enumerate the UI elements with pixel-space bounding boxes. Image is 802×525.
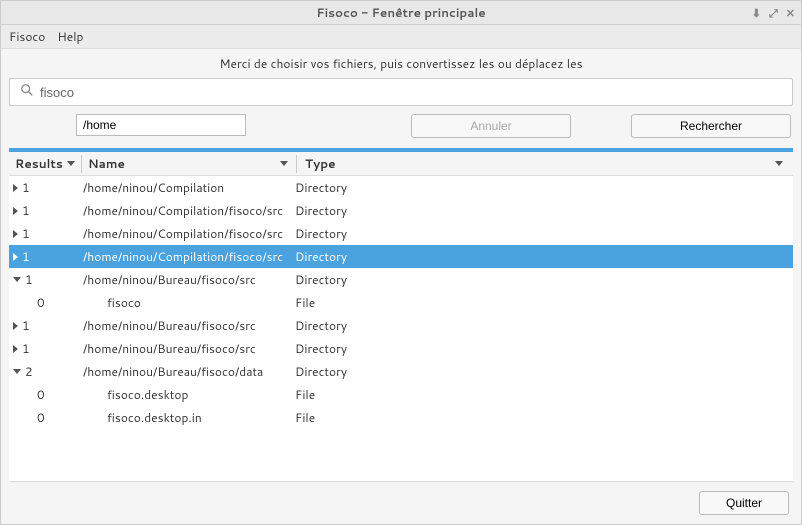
sort-icon (67, 161, 75, 166)
quit-button[interactable]: Quitter (699, 491, 789, 515)
header-results[interactable]: Results (9, 155, 79, 172)
header-name[interactable]: Name (84, 155, 294, 172)
collapse-icon[interactable] (13, 277, 21, 282)
titlebar: Fisoco - Fenêtre principale ⬇ ⤢ ✕ (1, 1, 801, 25)
table-row[interactable]: 1 /home/ninou/Bureau/fisoco/src Director… (9, 268, 793, 291)
search-button[interactable]: Rechercher (631, 114, 791, 138)
table-row[interactable]: 1 /home/ninou/Bureau/fisoco/src Director… (9, 314, 793, 337)
expand-icon[interactable] (13, 207, 18, 215)
maximize-icon[interactable]: ⤢ (769, 5, 778, 21)
search-icon (20, 83, 34, 101)
close-icon[interactable]: ✕ (786, 5, 795, 21)
expand-icon[interactable] (13, 322, 18, 330)
header-type[interactable]: Type (299, 155, 793, 172)
expand-icon[interactable] (13, 230, 18, 238)
controls-row: Annuler Rechercher (1, 112, 801, 148)
instruction-text: Merci de choisir vos fichiers, puis conv… (1, 49, 801, 78)
expand-icon[interactable] (13, 253, 18, 261)
expand-icon[interactable] (13, 345, 18, 353)
menubar: Fisoco Help (1, 25, 801, 49)
table-headers: Results Name Type (9, 152, 793, 176)
table-row[interactable]: 1 /home/ninou/Compilation Directory (9, 176, 793, 199)
menu-fisoco[interactable]: Fisoco (9, 28, 45, 45)
cancel-button: Annuler (411, 114, 571, 138)
table-row[interactable]: 1 /home/ninou/Compilation/fisoco/src Dir… (9, 222, 793, 245)
search-input[interactable] (40, 85, 782, 100)
menu-help[interactable]: Help (57, 28, 83, 45)
results-table: Results Name Type 1 /home/ninou/Compilat… (9, 148, 793, 482)
table-row[interactable]: 1 /home/ninou/Bureau/fisoco/src Director… (9, 337, 793, 360)
sort-icon (280, 161, 288, 166)
table-row[interactable]: 0 fisoco.desktop.in File (9, 406, 793, 429)
table-row[interactable]: 0 fisoco.desktop File (9, 383, 793, 406)
main-window: Fisoco - Fenêtre principale ⬇ ⤢ ✕ Fisoco… (0, 0, 802, 525)
footer: Quitter (1, 482, 801, 524)
search-field[interactable] (9, 78, 793, 106)
window-controls: ⬇ ⤢ ✕ (752, 5, 795, 21)
sort-icon (775, 161, 783, 166)
table-row[interactable]: 1 /home/ninou/Compilation/fisoco/src Dir… (9, 199, 793, 222)
path-input[interactable] (76, 114, 246, 136)
collapse-icon[interactable] (13, 369, 21, 374)
window-title: Fisoco - Fenêtre principale (316, 4, 485, 21)
table-row[interactable]: 2 /home/ninou/Bureau/fisoco/data Directo… (9, 360, 793, 383)
expand-icon[interactable] (13, 184, 18, 192)
table-row[interactable]: 1 /home/ninou/Compilation/fisoco/src Dir… (9, 245, 793, 268)
minimize-icon[interactable]: ⬇ (752, 5, 761, 21)
table-row[interactable]: 0 fisoco File (9, 291, 793, 314)
